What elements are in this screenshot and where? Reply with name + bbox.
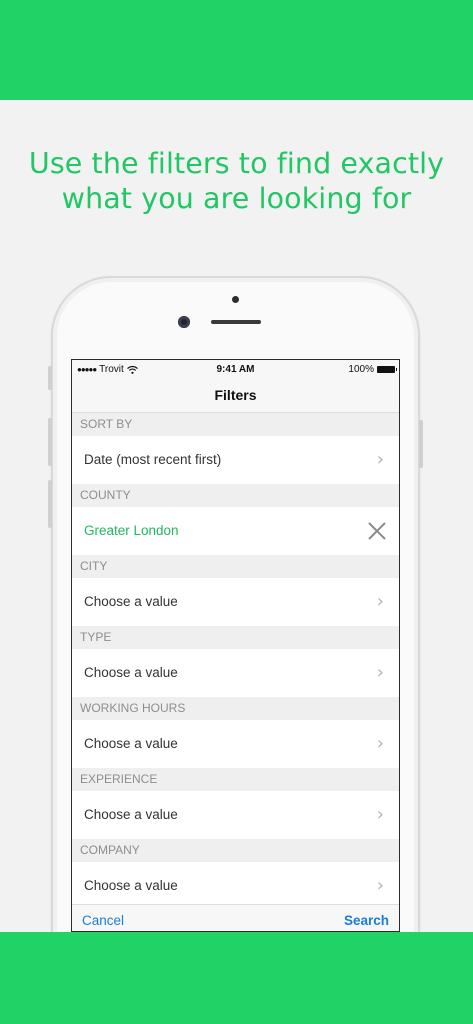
chevron-right-icon: › <box>376 449 384 470</box>
proximity-sensor <box>232 296 239 303</box>
section-header-experience: EXPERIENCE <box>72 768 399 791</box>
chevron-right-icon: › <box>376 804 384 825</box>
headline-line-2: what you are looking for <box>61 182 412 215</box>
filter-row-city[interactable]: Choose a value › <box>72 578 399 626</box>
phone-screen: ●●●●● Trovit 9:41 AM 100% Filters SORT B… <box>71 359 400 932</box>
status-bar: ●●●●● Trovit 9:41 AM 100% <box>72 360 399 380</box>
battery-icon <box>377 366 397 373</box>
filter-value: Choose a value <box>84 807 178 822</box>
filter-row-type[interactable]: Choose a value › <box>72 649 399 697</box>
bottom-toolbar: Cancel Search <box>72 904 399 931</box>
filter-value: Greater London <box>84 523 179 538</box>
front-camera <box>178 316 190 328</box>
filter-value: Choose a value <box>84 594 178 609</box>
section-header-working-hours: WORKING HOURS <box>72 697 399 720</box>
volume-up-button <box>48 418 52 466</box>
headline-line-1: Use the filters to find exactly <box>28 147 445 180</box>
search-button[interactable]: Search <box>344 913 389 928</box>
chevron-right-icon: › <box>376 662 384 683</box>
filter-row-county[interactable]: Greater London <box>72 507 399 555</box>
battery-percent: 100% <box>348 364 374 375</box>
section-header-type: TYPE <box>72 626 399 649</box>
filter-value: Choose a value <box>84 878 178 893</box>
chevron-right-icon: › <box>376 875 384 896</box>
section-header-company: COMPANY <box>72 839 399 862</box>
close-icon[interactable] <box>367 521 387 541</box>
earpiece-speaker <box>211 320 261 324</box>
volume-down-button <box>48 480 52 528</box>
mute-switch <box>48 366 52 390</box>
filter-row-company[interactable]: Choose a value › <box>72 862 399 910</box>
top-banner <box>0 0 473 100</box>
promo-headline: Use the filters to find exactly what you… <box>0 146 473 216</box>
power-button <box>419 420 423 468</box>
section-header-county: COUNTY <box>72 484 399 507</box>
filter-value: Date (most recent first) <box>84 452 222 467</box>
filter-list: SORT BY Date (most recent first) › COUNTY Gr… <box>72 413 399 910</box>
cancel-button[interactable]: Cancel <box>82 913 124 928</box>
section-header-city: CITY <box>72 555 399 578</box>
chevron-right-icon: › <box>376 733 384 754</box>
filter-row-sort-by[interactable]: Date (most recent first) › <box>72 436 399 484</box>
bottom-banner <box>0 932 473 1024</box>
chevron-right-icon: › <box>376 591 384 612</box>
filter-value: Choose a value <box>84 736 178 751</box>
nav-title: Filters <box>72 380 399 413</box>
filter-row-working-hours[interactable]: Choose a value › <box>72 720 399 768</box>
filter-row-experience[interactable]: Choose a value › <box>72 791 399 839</box>
section-header-sort-by: SORT BY <box>72 413 399 436</box>
filter-value: Choose a value <box>84 665 178 680</box>
